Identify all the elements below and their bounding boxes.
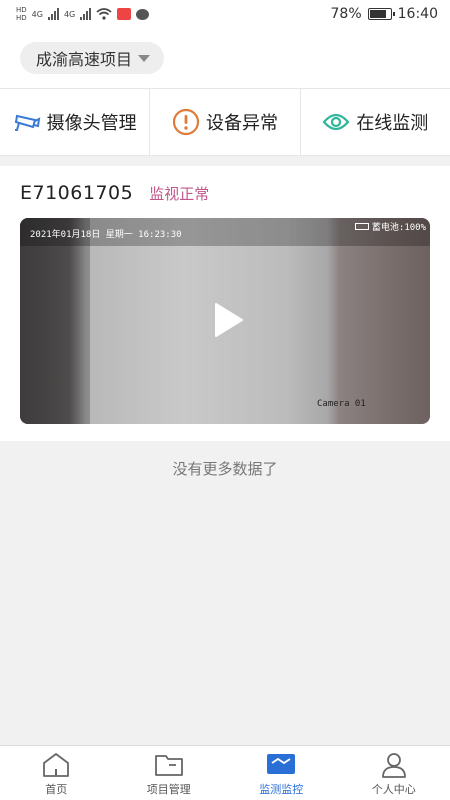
user-icon (381, 753, 406, 778)
chevron-down-icon (138, 54, 151, 62)
online-monitoring-button[interactable]: 在线监测 (299, 89, 450, 155)
app-screen: HD HD 4G 4G 78% 16:40 成渝高速项目 摄像头管理 设备异常 … (0, 0, 450, 800)
battery-icon (367, 8, 395, 20)
nav-profile-label: 个人中心 (371, 783, 416, 796)
folder-icon (154, 755, 183, 776)
nav-monitoring[interactable]: 监测监控 (225, 746, 338, 800)
header: 成渝高速项目 (0, 28, 450, 88)
home-icon (43, 753, 70, 777)
online-monitoring-label: 在线监测 (356, 113, 429, 134)
alert-icon (172, 108, 200, 136)
camera-card-header: E71061705 监视正常 (20, 182, 209, 204)
camera-management-label: 摄像头管理 (46, 113, 137, 134)
camera-status: 监视正常 (149, 185, 210, 203)
nav-home-label: 首页 (45, 783, 68, 796)
signal-icon-2 (80, 8, 92, 20)
nav-monitoring-label: 监测监控 (259, 783, 304, 796)
video-player[interactable]: 2021年01月18日 星期一 16:23:30 蓄电池:100% Camera… (20, 218, 430, 424)
device-exception-label: 设备异常 (205, 113, 278, 134)
camera-card: E71061705 监视正常 2021年01月18日 星期一 16:23:30 … (0, 166, 450, 441)
nav-projects-label: 项目管理 (146, 783, 191, 796)
app-notification-icon (117, 8, 132, 20)
video-frame-shadow (20, 218, 90, 424)
nav-projects[interactable]: 项目管理 (113, 746, 226, 800)
video-timestamp: 2021年01月18日 星期一 16:23:30 (30, 230, 182, 240)
bottom-navigation: 首页 项目管理 监测监控 个人中心 (0, 745, 450, 800)
camera-id: E71061705 (20, 182, 134, 204)
play-icon[interactable] (208, 300, 248, 340)
camera-management-button[interactable]: 摄像头管理 (0, 89, 149, 155)
status-right: 78% 16:40 (331, 6, 438, 22)
network-4g-label: 4G (31, 9, 43, 19)
quick-actions-bar: 摄像头管理 设备异常 在线监测 (0, 88, 450, 156)
status-indicators: HD HD 4G 4G (16, 6, 150, 22)
video-battery-label: 蓄电池:100% (354, 220, 426, 233)
video-camera-name: Camera 01 (317, 399, 366, 409)
video-battery-text: 蓄电池:100% (371, 223, 426, 233)
clock: 16:40 (397, 6, 438, 22)
battery-percent: 78% (330, 6, 362, 22)
list-end-message: 没有更多数据了 (172, 460, 278, 478)
battery-mini-icon (354, 223, 369, 230)
nav-home[interactable]: 首页 (0, 746, 113, 800)
nav-profile[interactable]: 个人中心 (338, 746, 450, 800)
monitor-icon (267, 754, 296, 774)
network-4g-label-2: 4G (63, 9, 76, 19)
hd-indicator: HD HD (16, 6, 27, 22)
signal-icon (47, 8, 59, 20)
wifi-icon (96, 8, 112, 20)
chat-notification-icon (136, 8, 150, 20)
eye-icon (322, 113, 350, 131)
status-bar: HD HD 4G 4G 78% 16:40 (0, 0, 450, 28)
camera-icon (14, 114, 40, 131)
project-name: 成渝高速项目 (36, 50, 133, 69)
device-exception-button[interactable]: 设备异常 (149, 89, 299, 155)
project-selector[interactable]: 成渝高速项目 (20, 42, 165, 74)
